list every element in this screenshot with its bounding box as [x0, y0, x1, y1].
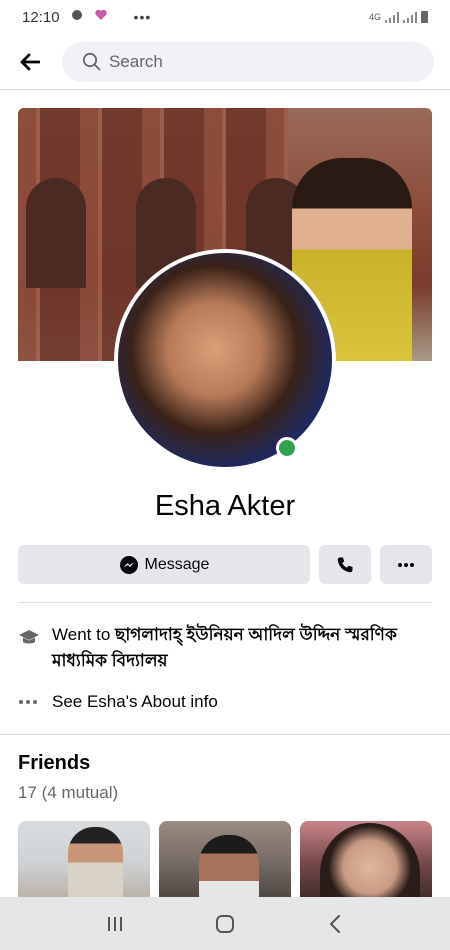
divider [18, 602, 432, 603]
heart-notification-icon [94, 8, 108, 26]
message-button-label: Message [144, 555, 210, 573]
network-type: 4G [368, 12, 381, 22]
profile-name: Esha Akter [154, 490, 296, 522]
about-info-row[interactable]: See Esha's About info [18, 689, 432, 715]
system-back-icon [330, 914, 340, 933]
graduation-cap-icon [19, 630, 39, 644]
education-prefix: Went to [52, 625, 111, 644]
signal-icon [385, 11, 399, 23]
back-button[interactable] [0, 34, 60, 90]
home-button[interactable] [205, 904, 245, 944]
recent-apps-button[interactable] [95, 904, 135, 944]
system-navigation-bar [0, 897, 450, 950]
friends-section-title[interactable]: Friends [18, 752, 90, 775]
status-time: 12:10 [22, 8, 60, 26]
messenger-icon [119, 555, 138, 574]
search-input[interactable] [109, 51, 389, 72]
call-button[interactable] [319, 545, 371, 584]
recent-apps-icon [108, 916, 122, 931]
more-dots-icon [398, 562, 414, 567]
app-notification-icon [70, 8, 84, 26]
more-options-button[interactable] [380, 545, 432, 584]
phone-icon [337, 557, 353, 572]
battery-icon [421, 11, 428, 23]
profile-picture[interactable] [114, 249, 336, 471]
back-arrow-icon [20, 53, 40, 70]
system-back-button[interactable] [315, 904, 355, 944]
more-dots-icon [19, 700, 37, 704]
friend-photo[interactable] [18, 821, 150, 901]
friend-photo[interactable] [159, 821, 291, 901]
online-status-indicator [276, 437, 298, 459]
friend-photo[interactable] [300, 821, 432, 901]
education-row[interactable]: Went to ছাগলাদাহ্ ইউনিয়ন আদিল উদ্দিন স্… [18, 622, 432, 674]
top-bar [0, 34, 450, 90]
message-button[interactable]: Message [18, 545, 310, 584]
signal-icon-2 [403, 11, 417, 23]
section-divider [0, 734, 450, 735]
home-icon [216, 914, 234, 933]
friends-count: 17 (4 mutual) [18, 783, 119, 802]
search-icon [82, 52, 101, 71]
status-bar: 12:10 ••• 4G [0, 0, 450, 34]
profile-actions: Message [18, 545, 432, 584]
about-info-link[interactable]: See Esha's About info [52, 689, 218, 715]
more-notifications-icon: ••• [133, 9, 152, 25]
search-bar[interactable] [62, 41, 434, 82]
